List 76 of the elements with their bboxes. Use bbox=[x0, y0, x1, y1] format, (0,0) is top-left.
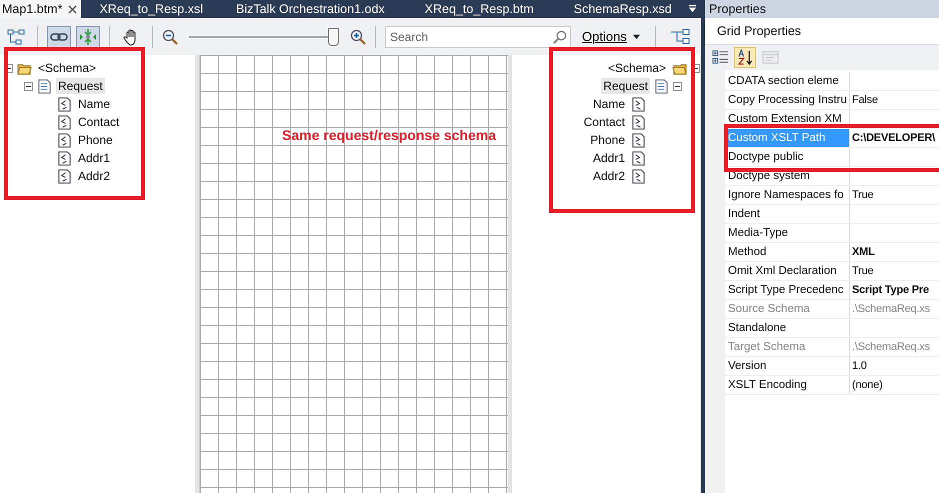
sort-button[interactable] bbox=[734, 47, 756, 68]
tree-node[interactable]: Name bbox=[590, 96, 627, 112]
field-icon bbox=[631, 114, 646, 130]
field-icon bbox=[57, 114, 72, 130]
collapse-icon[interactable] bbox=[24, 82, 33, 90]
zoom-slider[interactable] bbox=[189, 26, 339, 46]
link-tree-icon[interactable] bbox=[668, 28, 691, 46]
field-icon bbox=[57, 150, 72, 166]
tree-icon bbox=[7, 28, 25, 46]
tree-node[interactable]: Addr2 bbox=[590, 168, 627, 184]
panel-title: Properties bbox=[705, 0, 939, 18]
property-value[interactable]: True bbox=[852, 265, 874, 277]
field-icon bbox=[57, 132, 72, 148]
tree-node[interactable]: Phone bbox=[588, 132, 627, 148]
field-icon bbox=[631, 96, 646, 112]
property-value[interactable]: (none) bbox=[852, 379, 883, 391]
tree-node[interactable]: Contact bbox=[76, 114, 122, 130]
field-icon bbox=[631, 132, 646, 148]
tree-node[interactable]: Addr1 bbox=[76, 150, 112, 166]
property-name[interactable]: Standalone bbox=[725, 319, 850, 337]
link-button[interactable] bbox=[47, 26, 71, 48]
property-name[interactable]: Doctype system bbox=[725, 167, 850, 185]
annotation-text: Same request/response schema bbox=[282, 127, 496, 143]
zoom-out-icon[interactable] bbox=[162, 28, 178, 44]
slider-thumb[interactable] bbox=[328, 28, 339, 46]
dropdown-icon[interactable] bbox=[688, 4, 697, 13]
property-name[interactable]: CDATA section eleme bbox=[725, 72, 850, 90]
sort-icon bbox=[736, 49, 754, 66]
property-name[interactable]: Script Type Precedenc bbox=[725, 281, 850, 299]
options-button[interactable]: Options bbox=[576, 29, 646, 44]
property-name[interactable]: Custom Extension XM bbox=[725, 110, 850, 128]
property-value[interactable]: 1.0 bbox=[852, 360, 867, 372]
tree-node[interactable]: Phone bbox=[76, 132, 115, 148]
tree-node[interactable]: Request bbox=[56, 78, 105, 94]
field-icon bbox=[57, 96, 72, 112]
document-tab[interactable]: XReq_to_Resp.btm bbox=[412, 0, 562, 18]
document-icon bbox=[654, 78, 669, 94]
property-name[interactable]: Method bbox=[725, 243, 850, 261]
property-name[interactable]: Media-Type bbox=[725, 224, 850, 242]
document-tab[interactable]: BizTalk Orchestration1.odx bbox=[216, 0, 413, 18]
document-icon bbox=[37, 78, 52, 94]
property-name[interactable]: Ignore Namespaces fo bbox=[725, 186, 850, 204]
tree-node[interactable]: Contact bbox=[582, 114, 627, 130]
property-name[interactable]: Indent bbox=[725, 205, 850, 223]
search-field[interactable]: Search bbox=[385, 26, 571, 48]
property-pages-icon bbox=[762, 49, 778, 66]
field-icon bbox=[631, 168, 646, 184]
close-icon[interactable] bbox=[68, 4, 78, 14]
tree-node[interactable]: <Schema> bbox=[36, 60, 98, 76]
property-name[interactable]: Version bbox=[725, 357, 850, 375]
document-tab[interactable]: Map1.btm* bbox=[0, 0, 82, 18]
zoom-in-icon[interactable] bbox=[350, 28, 366, 44]
property-value[interactable]: XML bbox=[852, 246, 875, 258]
expand-icon bbox=[79, 28, 97, 46]
tree-node[interactable]: <Schema> bbox=[606, 60, 668, 76]
field-icon bbox=[631, 150, 646, 166]
collapse-icon[interactable] bbox=[673, 82, 682, 90]
property-value[interactable]: C:\DEVELOPER\ bbox=[852, 132, 935, 144]
tree-node[interactable]: Addr1 bbox=[590, 150, 627, 166]
caret-icon bbox=[632, 33, 640, 40]
tree-node[interactable]: Addr2 bbox=[76, 168, 112, 184]
property-value[interactable]: False bbox=[852, 94, 878, 106]
tree-node[interactable]: Request bbox=[601, 78, 650, 94]
property-value[interactable]: Script Type Pre bbox=[852, 284, 929, 296]
search-icon[interactable] bbox=[552, 30, 567, 44]
property-name[interactable]: Doctype public bbox=[725, 148, 850, 166]
property-name[interactable]: XSLT Encoding bbox=[725, 376, 850, 394]
document-tab[interactable]: SchemaResp.xsd bbox=[562, 0, 685, 18]
expand-button[interactable] bbox=[76, 26, 100, 48]
document-tab[interactable]: XReq_to_Resp.xsl bbox=[87, 0, 216, 18]
categorized-icon bbox=[712, 49, 728, 66]
property-value[interactable]: True bbox=[852, 189, 874, 201]
tree-node[interactable]: Name bbox=[76, 96, 112, 112]
property-name[interactable]: Omit Xml Declaration bbox=[725, 262, 850, 280]
field-icon bbox=[57, 168, 72, 184]
property-name[interactable]: Copy Processing Instru bbox=[725, 91, 850, 109]
